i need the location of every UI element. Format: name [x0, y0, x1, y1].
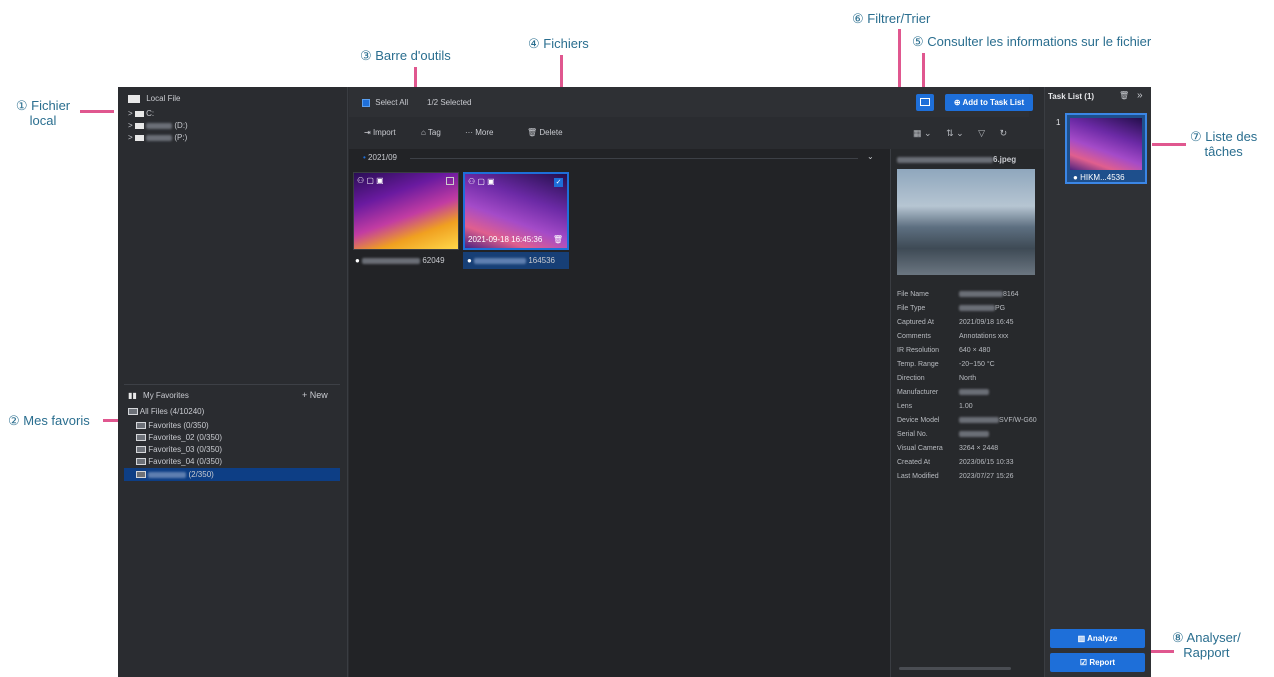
trash-icon[interactable]: 🗑 [553, 235, 563, 244]
analyze-button[interactable]: ▥ Analyze [1050, 629, 1145, 648]
capture-timestamp: 2021-09-18 16:45:36 [468, 235, 543, 244]
info-filename: 6.jpeg [897, 155, 1016, 164]
favorites-icon: ▮▮ [128, 391, 137, 400]
import-button[interactable]: ⇥ Import [364, 128, 396, 137]
collapse-group-icon[interactable]: ⌄ [867, 152, 874, 161]
callout-filter: ⑥ Filtrer/Trier [852, 11, 931, 26]
callout-arrow-5 [922, 53, 925, 87]
callout-local-file: ① Fichier local [15, 98, 71, 128]
sort-icon[interactable]: ⇅ ⌄ [946, 128, 964, 138]
list-icon [136, 471, 146, 479]
favorites-item[interactable]: Favorites_04 (0/350) [136, 457, 222, 466]
plus-circle-icon: ⊕ [953, 98, 961, 107]
report-icon: ☑ [1079, 658, 1088, 667]
favorites-item-selected[interactable]: (2/350) [124, 468, 340, 481]
new-favorite-button[interactable]: + New [302, 390, 328, 400]
drive-icon [134, 134, 144, 141]
filter-icon[interactable]: ▽ [978, 128, 985, 138]
favorites-item-all[interactable]: All Files (4/10240) [128, 407, 204, 416]
drive-item-p[interactable]: > (P:) [128, 133, 187, 142]
callout-toolbar: ③ Barre d'outils [360, 48, 451, 63]
tag-icon: ⌂ [421, 128, 426, 137]
favorites-header: ▮▮ My Favorites [128, 391, 189, 400]
callout-arrow-7 [1152, 143, 1186, 146]
left-panel: Local File > C: > (D:) > (P:) ▮▮ My Favo… [118, 87, 348, 677]
task-item-label: ● HIKM...4536 [1073, 173, 1125, 182]
callout-files: ④ Fichiers [528, 36, 589, 51]
chevron-right-icon: > [128, 133, 133, 142]
drive-item-d[interactable]: > (D:) [128, 121, 188, 130]
checkbox-checked-icon [362, 98, 370, 107]
toolbar: ⇥ Import ⌂ Tag ··· More 🗑 Delete [349, 117, 890, 149]
more-icon: ··· [465, 128, 473, 137]
checkbox-checked-icon[interactable]: ✓ [554, 178, 563, 187]
scrollbar[interactable] [899, 667, 1011, 670]
task-list-title: Task List (1) [1048, 92, 1095, 101]
chevron-right-icon: > [128, 109, 133, 118]
collapse-panel-icon[interactable]: » [1137, 90, 1143, 101]
delete-button[interactable]: 🗑 Delete [527, 128, 563, 137]
date-group-header[interactable]: • 2021/09 [363, 153, 397, 162]
list-icon [136, 458, 146, 466]
import-icon: ⇥ [364, 128, 371, 137]
selection-bar: Select All 1/2 Selected ⊕ Add to Task Li… [349, 87, 1033, 117]
trash-icon: 🗑 [527, 128, 538, 137]
list-icon [136, 446, 146, 454]
folder-icon [128, 94, 140, 103]
drive-icon [134, 122, 144, 129]
chart-icon: ▥ [1077, 634, 1086, 643]
info-panel-icon [920, 98, 930, 106]
callout-arrow-1 [80, 110, 114, 113]
file-info-panel: 6.jpeg File Name 8164 File Type PG Captu… [890, 149, 1044, 677]
file-thumbnail-selected[interactable]: ⚇ ▢ ▣ ✓ 2021-09-18 16:45:36 🗑 [463, 172, 569, 250]
task-index: 1 [1056, 118, 1061, 127]
app-window: Local File > C: > (D:) > (P:) ▮▮ My Favo… [118, 87, 1151, 677]
visual-preview-image [897, 169, 1035, 275]
checkbox-icon[interactable] [446, 177, 454, 185]
clear-task-list-icon[interactable]: 🗑 [1119, 91, 1129, 100]
file-name-label: ● 62049 [355, 256, 445, 265]
drive-icon [134, 110, 144, 117]
dot-icon: • [363, 153, 366, 162]
list-icon [128, 408, 138, 416]
select-all-checkbox[interactable]: Select All [362, 98, 408, 107]
filter-sort-bar: ▦ ⌄ ⇅ ⌄ ▽ ↻ [913, 128, 1007, 139]
favorites-item[interactable]: Favorites_03 (0/350) [136, 445, 222, 454]
group-divider [410, 158, 858, 159]
favorites-item[interactable]: Favorites_02 (0/350) [136, 433, 222, 442]
add-to-task-list-button[interactable]: ⊕ Add to Task List [945, 94, 1033, 111]
task-item[interactable]: ● HIKM...4536 [1065, 113, 1147, 184]
list-icon [136, 434, 146, 442]
annotation-icons: ⚇ ▢ ▣ [468, 177, 495, 186]
task-thumbnail [1070, 118, 1142, 170]
callout-file-info: ⑤ Consulter les informations sur le fich… [912, 34, 1152, 49]
callout-task-list: ⑦ Liste des tâches [1190, 129, 1258, 159]
divider [124, 384, 340, 385]
report-button[interactable]: ☑ Report [1050, 653, 1145, 672]
callout-favorites: ② Mes favoris [8, 413, 90, 428]
local-file-header: Local File [128, 94, 180, 103]
list-icon [136, 422, 146, 430]
refresh-icon[interactable]: ↻ [1000, 128, 1008, 138]
selected-count: 1/2 Selected [427, 98, 472, 107]
favorites-item[interactable]: Favorites (0/350) [136, 421, 209, 430]
file-name-label-selected: ● 164536 [463, 252, 569, 269]
chevron-right-icon: > [128, 121, 133, 130]
tag-button[interactable]: ⌂ Tag [421, 128, 441, 137]
file-info-button[interactable] [916, 94, 934, 111]
more-button[interactable]: ··· More [465, 128, 493, 137]
callout-analyze-report: ⑧ Analyser/Rapport [1172, 630, 1241, 660]
drive-item-c[interactable]: > C: [128, 109, 154, 118]
file-thumbnail[interactable]: ⚇ ▢ ▣ [353, 172, 459, 250]
annotation-icons: ⚇ ▢ ▣ [357, 176, 384, 185]
task-list-panel: Task List (1) 🗑 » 1 ● HIKM...4536 ▥ Anal… [1044, 87, 1151, 677]
view-mode-icon[interactable]: ▦ ⌄ [913, 128, 932, 138]
